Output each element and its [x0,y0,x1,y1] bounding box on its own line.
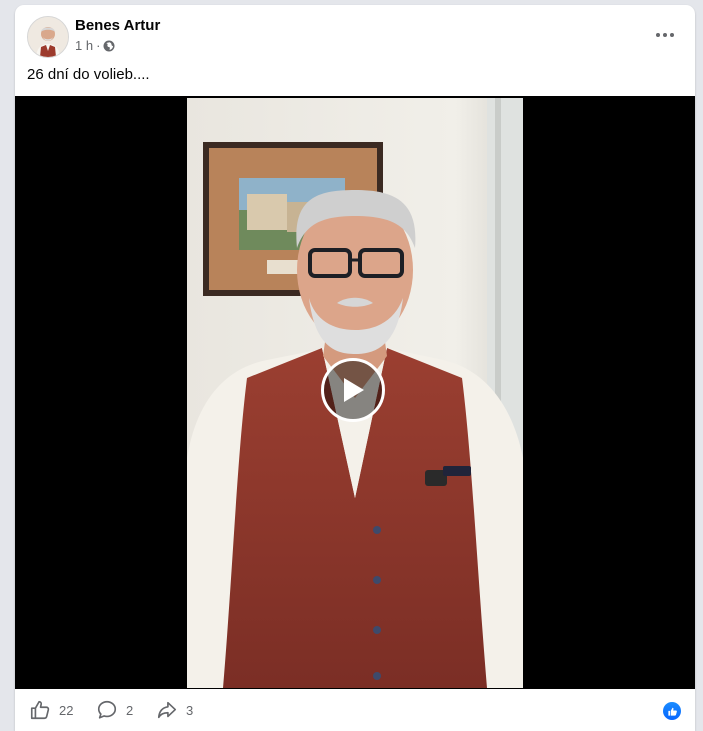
comment-icon [97,700,117,719]
post-card: Benes Artur 1 h · 26 dní do volieb.... 2… [15,5,695,731]
share-button[interactable]: 3 [156,697,193,723]
meta-separator: · [96,38,101,53]
post-time[interactable]: 1 h [75,38,93,53]
post-actions: 22 2 3 [15,697,695,731]
like-count: 22 [59,702,74,718]
play-button[interactable] [321,358,385,422]
share-count: 3 [186,702,194,718]
share-icon [157,701,177,719]
author-name[interactable]: Benes Artur [75,17,160,34]
comment-button[interactable]: 2 [96,697,133,723]
more-options-button[interactable] [647,21,683,49]
like-button[interactable]: 22 [29,697,73,723]
post-meta: 1 h · [75,38,115,53]
like-reaction-icon[interactable] [663,702,681,720]
post-text: 26 dní do volieb.... [27,66,150,83]
avatar[interactable] [27,16,69,58]
play-icon [344,378,364,402]
more-icon [656,33,660,37]
comment-count: 2 [126,702,134,718]
like-icon [30,700,50,720]
video-player[interactable] [15,96,695,689]
globe-icon[interactable] [103,40,115,52]
